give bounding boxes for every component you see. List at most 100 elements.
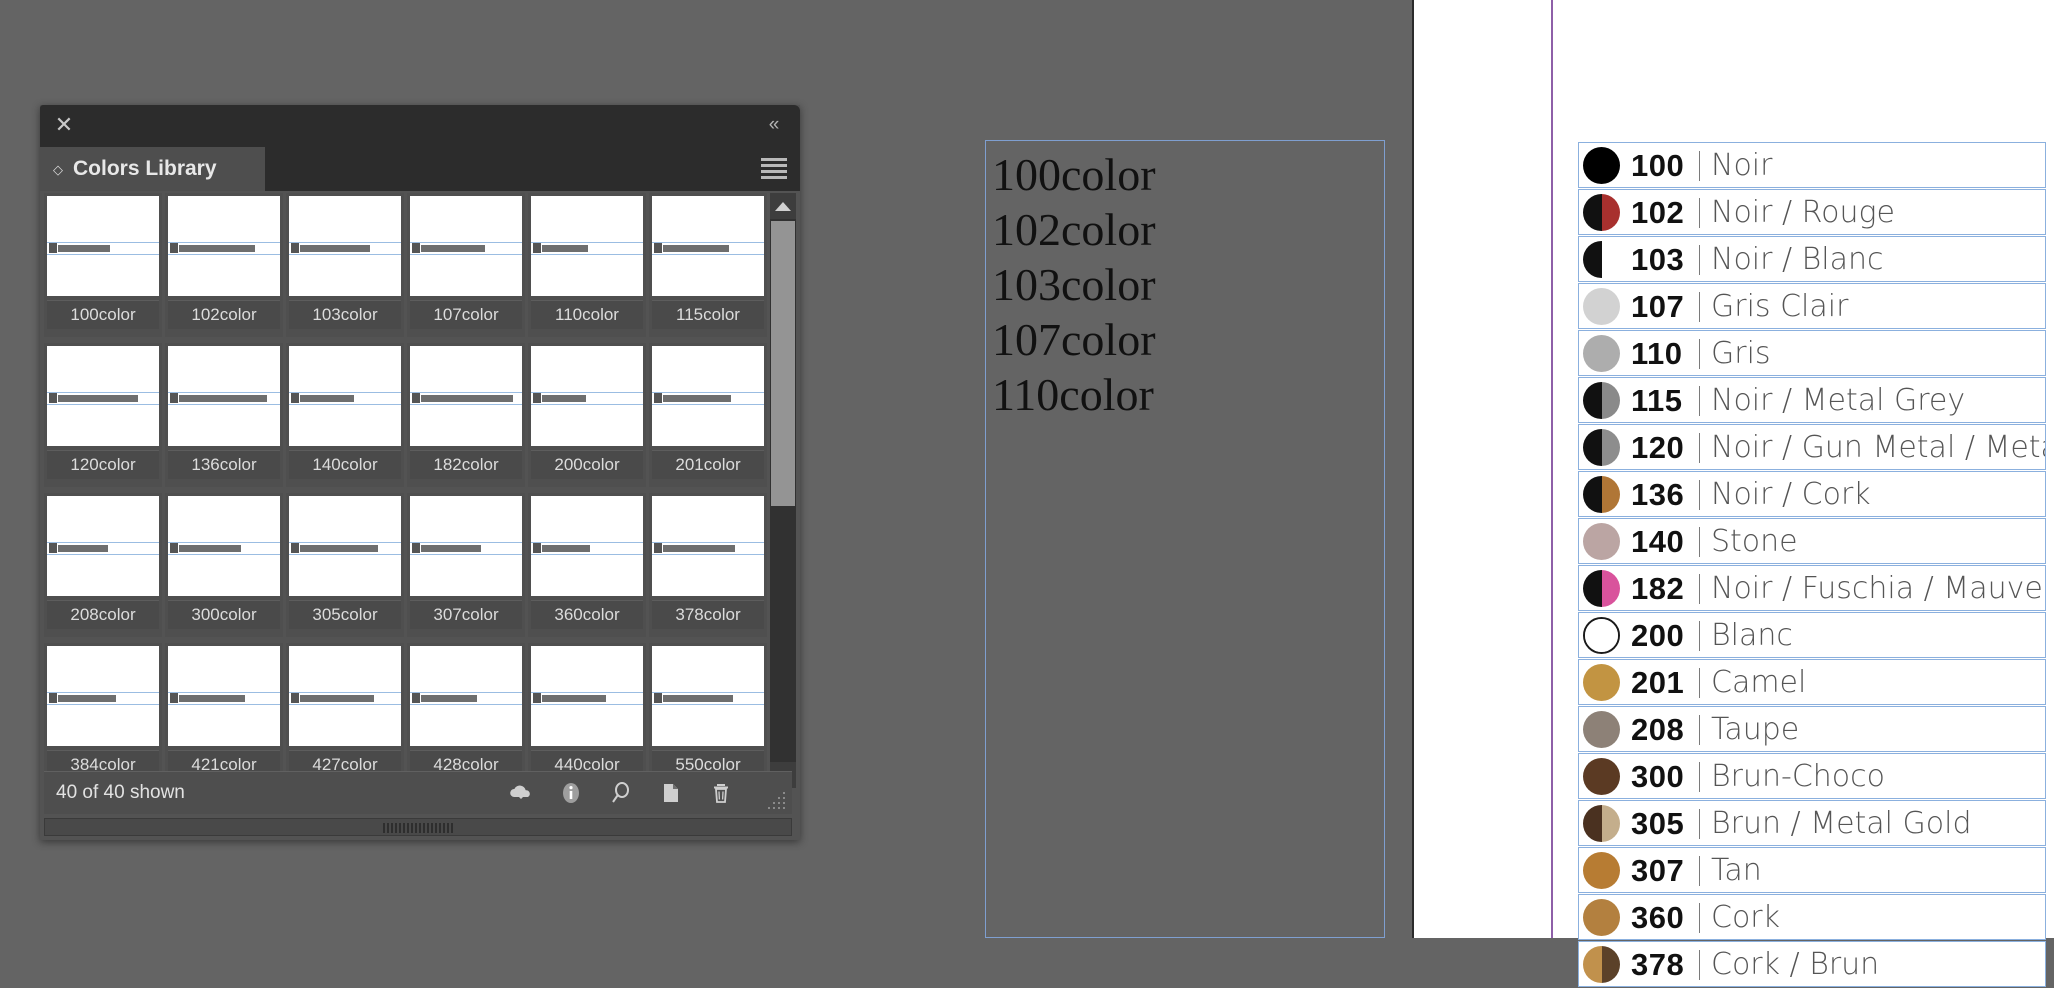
- guide-line: [531, 404, 643, 405]
- color-list-row[interactable]: 115Noir / Metal Grey: [1578, 377, 2046, 423]
- grid-item-thumbnail: [289, 646, 401, 746]
- color-list-row[interactable]: 300Brun-Choco: [1578, 753, 2046, 799]
- guide-line: [410, 254, 522, 255]
- separator: [1699, 151, 1700, 181]
- swatch-half: [1583, 805, 1602, 842]
- guide-line: [168, 242, 280, 243]
- text-placeholder-bar: [663, 545, 735, 552]
- color-list-row[interactable]: 208Taupe: [1578, 706, 2046, 752]
- grid-item[interactable]: 300color: [165, 493, 283, 637]
- grid-item[interactable]: 120color: [44, 343, 162, 487]
- color-list-row[interactable]: 360Cork: [1578, 894, 2046, 940]
- text-frame[interactable]: 100color102color103color107color110color: [985, 140, 1385, 938]
- color-list-row[interactable]: 307Tan: [1578, 847, 2046, 893]
- text-placeholder-bar: [421, 395, 513, 402]
- guide-line: [652, 692, 764, 693]
- color-swatch-icon: [1583, 664, 1620, 701]
- color-list-row[interactable]: 102Noir / Rouge: [1578, 189, 2046, 235]
- guide-line: [652, 392, 764, 393]
- cloud-upload-icon[interactable]: [508, 780, 534, 806]
- guide-line: [168, 554, 280, 555]
- color-list-row[interactable]: 110Gris: [1578, 330, 2046, 376]
- scrollbar-thumb[interactable]: [771, 221, 795, 506]
- grid-item[interactable]: 115color: [649, 193, 767, 337]
- separator: [1699, 621, 1700, 651]
- tab-colors-library[interactable]: ◇ Colors Library: [40, 147, 265, 191]
- guide-line: [289, 554, 401, 555]
- separator: [1699, 762, 1700, 792]
- text-placeholder-bar: [179, 695, 245, 702]
- grid-item[interactable]: 107color: [407, 193, 525, 337]
- guide-line: [168, 692, 280, 693]
- text-frame-handle: [412, 393, 420, 403]
- color-code: 305: [1631, 801, 1684, 846]
- grid-item[interactable]: 378color: [649, 493, 767, 637]
- color-list-row[interactable]: 103Noir / Blanc: [1578, 236, 2046, 282]
- info-icon[interactable]: [558, 780, 584, 806]
- color-list-row[interactable]: 201Camel: [1578, 659, 2046, 705]
- grid-item-label: 208color: [47, 600, 159, 629]
- scroll-up-arrow-icon[interactable]: [770, 193, 796, 219]
- color-list-row[interactable]: 120Noir / Gun Metal / Metal: [1578, 424, 2046, 470]
- guide-line: [652, 242, 764, 243]
- text-line: 107color: [992, 312, 1384, 367]
- grid-item[interactable]: 360color: [528, 493, 646, 637]
- grid-item[interactable]: 307color: [407, 493, 525, 637]
- color-list-row[interactable]: 140Stone: [1578, 518, 2046, 564]
- swatch-half: [1602, 946, 1621, 983]
- grid-item-label: 136color: [168, 450, 280, 479]
- color-swatch-icon: [1583, 758, 1620, 795]
- text-placeholder-bar: [421, 695, 477, 702]
- grid-item[interactable]: 140color: [286, 343, 404, 487]
- color-list-row[interactable]: 378Cork / Brun: [1578, 941, 2046, 987]
- color-list-row[interactable]: 136Noir / Cork: [1578, 471, 2046, 517]
- color-list-row[interactable]: 200Blanc: [1578, 612, 2046, 658]
- collapse-double-chevron-icon[interactable]: «: [758, 111, 788, 139]
- grid-item[interactable]: 428color: [407, 643, 525, 787]
- text-frame-handle: [654, 243, 662, 253]
- guide-line: [289, 242, 401, 243]
- grid-item[interactable]: 208color: [44, 493, 162, 637]
- grid-item[interactable]: 110color: [528, 193, 646, 337]
- search-icon[interactable]: [608, 780, 634, 806]
- grid-item-thumbnail: [531, 646, 643, 746]
- color-list-row[interactable]: 107Gris Clair: [1578, 283, 2046, 329]
- guide-line: [289, 392, 401, 393]
- color-list-row[interactable]: 305Brun / Metal Gold: [1578, 800, 2046, 846]
- grid-item[interactable]: 103color: [286, 193, 404, 337]
- color-swatch-icon: [1583, 946, 1620, 983]
- grid-item[interactable]: 102color: [165, 193, 283, 337]
- color-code: 102: [1631, 190, 1684, 235]
- color-swatch-icon: [1583, 570, 1620, 607]
- new-document-icon[interactable]: [658, 780, 684, 806]
- close-icon[interactable]: ✕: [50, 111, 78, 139]
- grid-item[interactable]: 427color: [286, 643, 404, 787]
- delete-trash-icon[interactable]: [708, 780, 734, 806]
- grid-item[interactable]: 305color: [286, 493, 404, 637]
- grid-item[interactable]: 182color: [407, 343, 525, 487]
- grid-item[interactable]: 421color: [165, 643, 283, 787]
- grid-item[interactable]: 440color: [528, 643, 646, 787]
- swatch-half: [1583, 946, 1602, 983]
- grid-item[interactable]: 200color: [528, 343, 646, 487]
- grid-item-thumbnail: [168, 496, 280, 596]
- swatch-half: [1583, 570, 1602, 607]
- grip-dot: [783, 797, 785, 799]
- grid-item[interactable]: 384color: [44, 643, 162, 787]
- grid-item[interactable]: 550color: [649, 643, 767, 787]
- grid-scrollbar[interactable]: [770, 193, 796, 788]
- color-swatch-icon: [1583, 288, 1620, 325]
- grid-item[interactable]: 201color: [649, 343, 767, 487]
- resize-grip[interactable]: [768, 792, 788, 812]
- swatch-half: [1583, 899, 1620, 936]
- guide-line: [410, 554, 522, 555]
- grid-item[interactable]: 136color: [165, 343, 283, 487]
- hamburger-menu-icon[interactable]: [761, 158, 787, 179]
- text-placeholder-bar: [179, 395, 267, 402]
- color-list-row[interactable]: 182Noir / Fuschia / Mauve: [1578, 565, 2046, 611]
- grid-item[interactable]: 100color: [44, 193, 162, 337]
- separator: [1699, 574, 1700, 604]
- text-line: 100color: [992, 147, 1384, 202]
- panel-drag-grip[interactable]: [383, 823, 453, 833]
- color-list-row[interactable]: 100Noir: [1578, 142, 2046, 188]
